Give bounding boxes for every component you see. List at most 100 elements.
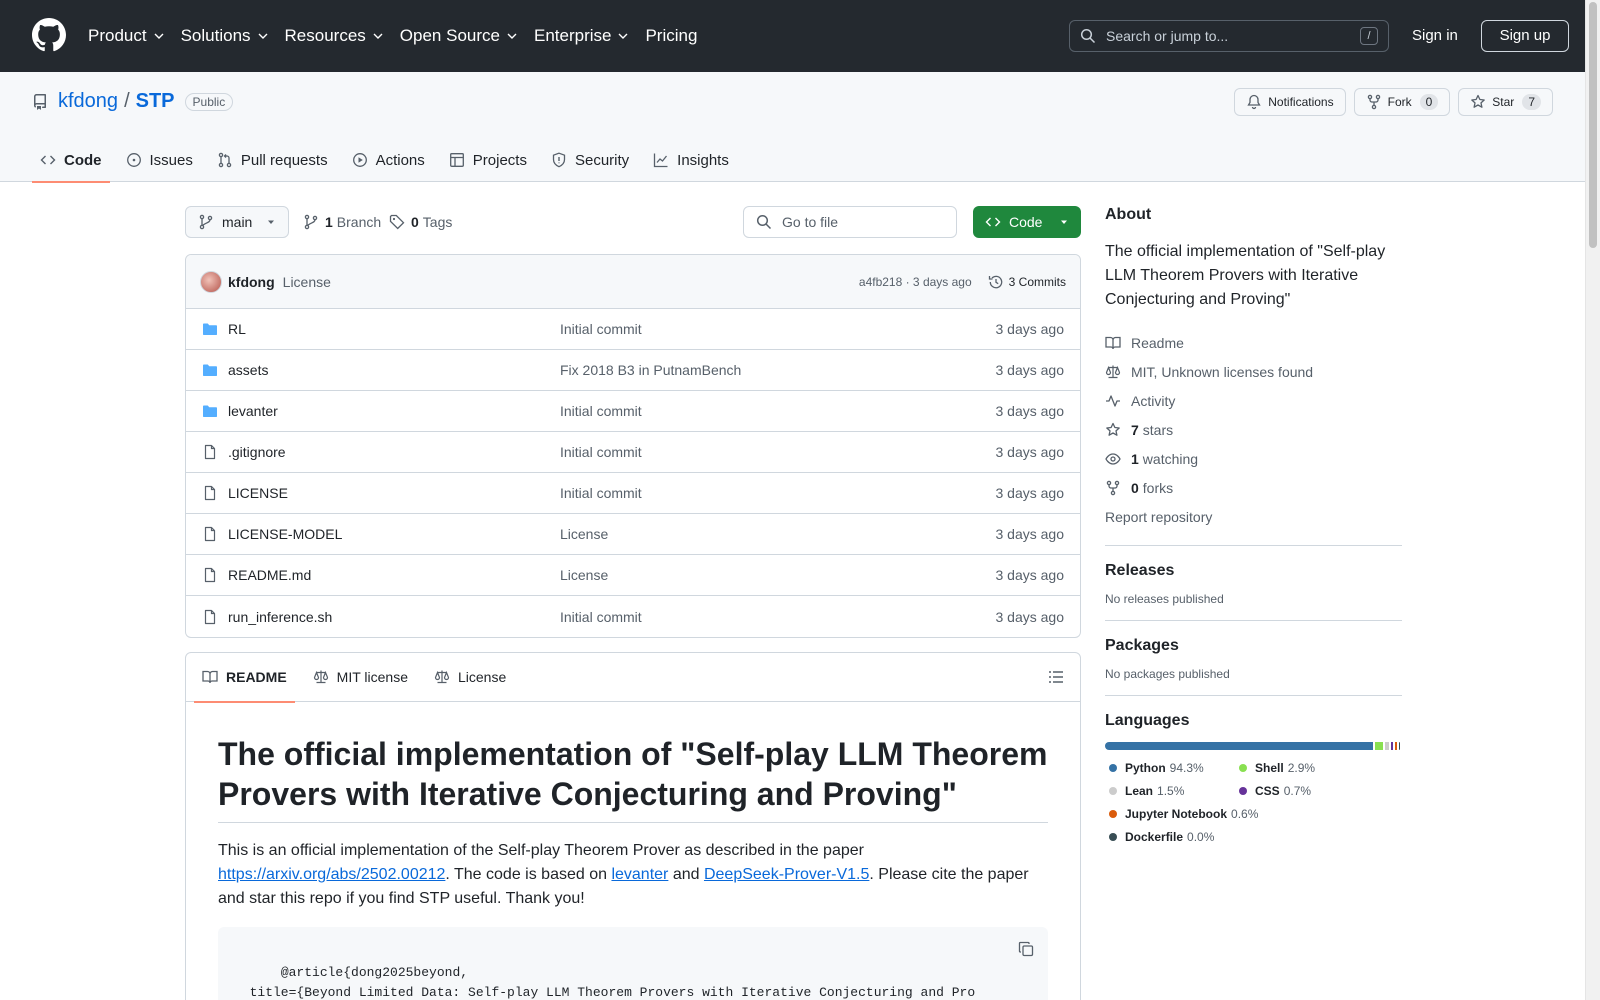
file-commit-message-link[interactable]: Initial commit	[560, 485, 996, 501]
slash-shortcut-key: /	[1360, 27, 1378, 45]
language-name: Lean	[1125, 784, 1154, 798]
language-item[interactable]: Jupyter Notebook 0.6%	[1109, 806, 1309, 822]
file-commit-message-link[interactable]: Initial commit	[560, 444, 996, 460]
tab-issues-label: Issues	[149, 151, 193, 169]
nav-open-source[interactable]: Open Source	[400, 26, 518, 46]
citation-code: @article{dong2025beyond, title={Beyond L…	[249, 965, 976, 1000]
nav-resources[interactable]: Resources	[285, 26, 384, 46]
commit-author-link[interactable]: kfdong	[228, 274, 275, 290]
commit-message-link[interactable]: License	[283, 274, 331, 290]
arxiv-link[interactable]: https://arxiv.org/abs/2502.00212	[218, 866, 445, 883]
report-repository-link[interactable]: Report repository	[1105, 502, 1402, 531]
notifications-button[interactable]: Notifications	[1234, 88, 1346, 116]
forks-count: 0	[1131, 479, 1139, 496]
nav-enterprise[interactable]: Enterprise	[534, 26, 629, 46]
file-commit-message-link[interactable]: Fix 2018 B3 in PutnamBench	[560, 362, 996, 378]
main-nav: Product Solutions Resources Open Source …	[88, 0, 713, 72]
file-name-link[interactable]: RL	[228, 321, 560, 337]
file-commit-message-link[interactable]: License	[560, 526, 996, 542]
file-icon	[204, 609, 216, 624]
readme-tab-readme[interactable]: README	[194, 653, 295, 703]
notifications-label: Notifications	[1268, 95, 1334, 109]
scrollbar-thumb[interactable]	[1589, 2, 1597, 248]
readme-tab-license[interactable]: License	[426, 653, 514, 702]
branch-selector[interactable]: main	[185, 206, 289, 238]
packages-title[interactable]: Packages	[1105, 637, 1402, 655]
language-item[interactable]: Lean 1.5%	[1109, 783, 1219, 799]
license-link[interactable]: MIT, Unknown licenses found	[1105, 357, 1402, 386]
citation-code-block: @article{dong2025beyond, title={Beyond L…	[218, 927, 1048, 1000]
tab-security-label: Security	[574, 151, 630, 169]
file-commit-date: 3 days ago	[995, 608, 1065, 625]
deepseek-prover-link[interactable]: DeepSeek-Prover-V1.5	[704, 866, 869, 883]
code-download-button[interactable]: Code	[973, 206, 1081, 238]
fork-button[interactable]: Fork 0	[1353, 88, 1451, 116]
nav-solutions[interactable]: Solutions	[181, 26, 269, 46]
avatar[interactable]	[200, 270, 222, 293]
sign-in-link[interactable]: Sign in	[1412, 27, 1458, 44]
tab-actions[interactable]: Actions	[344, 138, 433, 182]
activity-link[interactable]: Activity	[1105, 386, 1402, 415]
star-button[interactable]: Star 7	[1458, 88, 1553, 116]
sign-up-button[interactable]: Sign up	[1481, 20, 1569, 52]
file-name-link[interactable]: run_inference.sh	[228, 609, 560, 625]
watching-link[interactable]: 1 watching	[1105, 444, 1402, 473]
visibility-badge: Public	[184, 92, 234, 111]
nav-pricing[interactable]: Pricing	[645, 26, 697, 46]
page-scrollbar[interactable]	[1585, 0, 1600, 1000]
folder-icon	[203, 364, 217, 376]
file-name-link[interactable]: .gitignore	[228, 444, 560, 460]
search-input[interactable]: Search or jump to... /	[1069, 20, 1389, 52]
commit-meta[interactable]: a4fb218 · 3 days ago	[859, 275, 972, 289]
language-percent: 0.0%	[1187, 830, 1215, 844]
nav-product[interactable]: Product	[88, 26, 165, 46]
language-item[interactable]: Shell 2.9%	[1239, 760, 1315, 776]
file-name-link[interactable]: assets	[228, 362, 560, 378]
levanter-link[interactable]: levanter	[611, 866, 668, 883]
stars-link[interactable]: 7 stars	[1105, 415, 1402, 444]
tab-issues[interactable]: Issues	[118, 138, 201, 182]
about-title: About	[1105, 206, 1152, 223]
readme-tab-mit-license[interactable]: MIT license	[305, 653, 416, 702]
language-list: Python 94.3% Shell 2.9% Lean 1.5% CSS 0.7% Jupyt…	[1105, 760, 1402, 852]
divider	[1105, 620, 1402, 621]
tab-projects[interactable]: Projects	[441, 138, 535, 182]
releases-title[interactable]: Releases	[1105, 562, 1402, 580]
divider	[1105, 545, 1402, 546]
readme-link[interactable]: Readme	[1105, 328, 1402, 357]
file-name-link[interactable]: README.md	[228, 567, 560, 583]
commits-history-link[interactable]: 3 Commits	[988, 274, 1066, 290]
file-commit-message-link[interactable]: Initial commit	[560, 321, 996, 337]
forks-link[interactable]: 0 forks	[1105, 473, 1402, 502]
file-commit-message-link[interactable]: License	[560, 567, 996, 583]
tab-pull-requests[interactable]: Pull requests	[209, 138, 336, 182]
github-logo-icon[interactable]	[32, 18, 66, 52]
go-to-file-input[interactable]: Go to file	[743, 206, 957, 238]
caret-down-icon	[1061, 220, 1067, 224]
file-row: RL Initial commit 3 days ago	[186, 309, 1080, 350]
repo-name-link[interactable]: STP	[136, 90, 175, 113]
file-name-link[interactable]: LICENSE-MODEL	[228, 526, 560, 542]
file-name-link[interactable]: levanter	[228, 403, 560, 419]
file-commit-message-link[interactable]: Initial commit	[560, 403, 996, 419]
repo-header: kfdong / STP Public Notifications Fork 0…	[0, 72, 1585, 183]
law-icon	[434, 670, 450, 684]
tab-insights[interactable]: Insights	[645, 138, 737, 182]
language-bar-segment	[1105, 742, 1373, 750]
outline-list-icon[interactable]	[1048, 669, 1064, 685]
tab-security[interactable]: Security	[543, 138, 637, 182]
language-item[interactable]: CSS 0.7%	[1239, 783, 1311, 799]
file-icon	[204, 485, 216, 501]
tags-link[interactable]: 0 Tags	[389, 206, 452, 238]
chevron-down-icon	[373, 33, 383, 39]
branches-link[interactable]: 1 Branch	[303, 206, 381, 238]
language-item[interactable]: Dockerfile 0.0%	[1109, 829, 1214, 845]
tab-code[interactable]: Code	[32, 138, 110, 183]
copy-icon[interactable]	[1018, 941, 1034, 957]
tag-label: Tags	[422, 214, 453, 230]
repo-owner-link[interactable]: kfdong	[58, 90, 118, 113]
readme-body: The official implementation of "Self-pla…	[186, 702, 1080, 1000]
file-commit-message-link[interactable]: Initial commit	[560, 609, 996, 625]
language-item[interactable]: Python 94.3%	[1109, 760, 1219, 776]
file-name-link[interactable]: LICENSE	[228, 485, 560, 501]
